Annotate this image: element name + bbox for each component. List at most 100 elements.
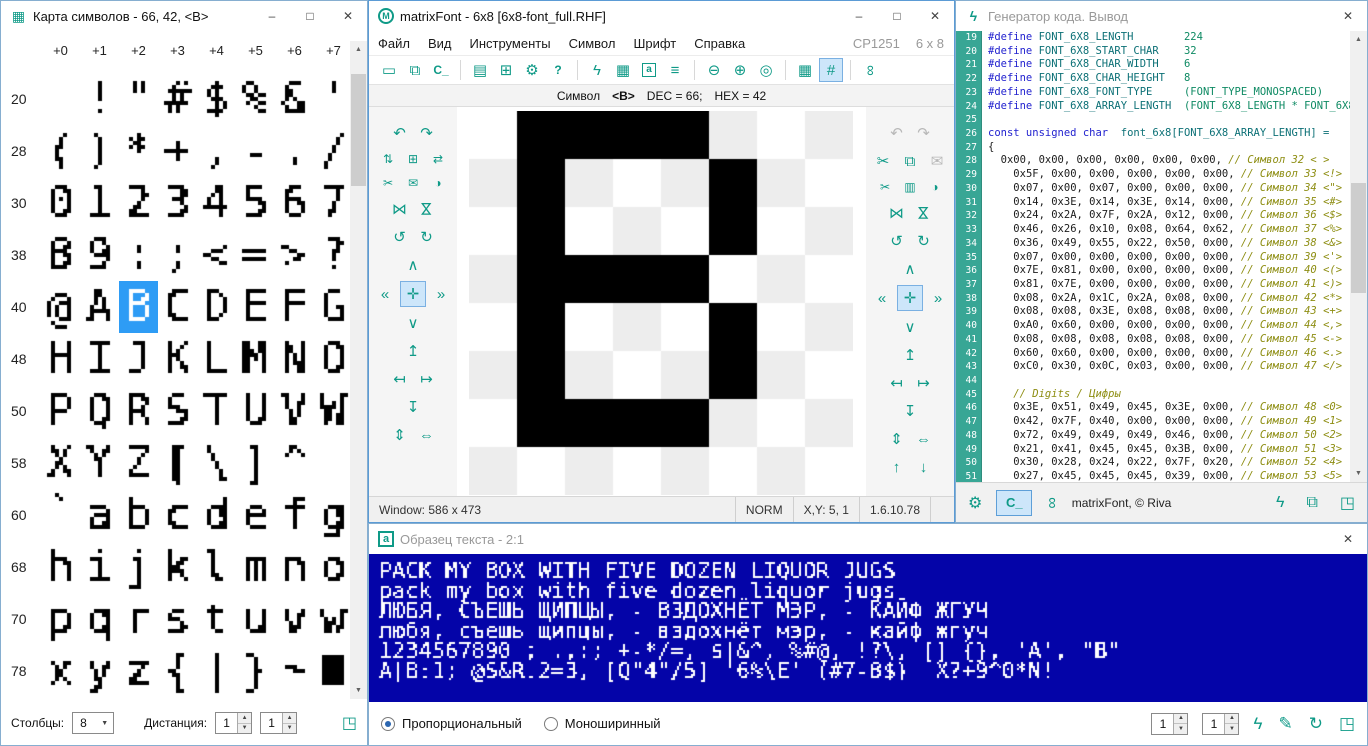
char-cell[interactable] <box>80 73 119 125</box>
charmap-window-icon[interactable]: ▦ <box>611 58 635 82</box>
char-cell[interactable] <box>41 541 80 593</box>
char-cell[interactable] <box>80 125 119 177</box>
char-cell[interactable] <box>275 437 314 489</box>
close-button[interactable]: ✕ <box>329 1 367 31</box>
close-button[interactable]: ✕ <box>916 1 954 31</box>
char-cell[interactable] <box>275 125 314 177</box>
invert-glyph-icon[interactable]: ◑ <box>427 173 449 193</box>
crop-icon[interactable]: ✂ <box>874 177 896 197</box>
charmap-scrollbar[interactable]: ▲ ▼ <box>350 41 367 699</box>
export-map-icon[interactable]: ◳ <box>342 713 357 733</box>
align-top-icon[interactable]: ↥ <box>898 343 922 367</box>
scrollbar-track[interactable] <box>350 58 367 682</box>
char-cell[interactable] <box>236 281 275 333</box>
output-window-icon[interactable]: ≡ <box>663 58 687 82</box>
char-cell[interactable] <box>236 125 275 177</box>
char-cell[interactable] <box>236 645 275 697</box>
char-cell[interactable] <box>197 125 236 177</box>
redo-icon[interactable]: ↷ <box>415 121 439 145</box>
char-cell[interactable] <box>236 385 275 437</box>
paperclip-icon[interactable]: ∞ <box>858 58 882 82</box>
rotate-cw-icon[interactable]: ↻ <box>912 229 936 253</box>
char-cell[interactable] <box>236 333 275 385</box>
move-tool-icon[interactable]: ✛ <box>897 285 923 311</box>
shift-down-icon[interactable]: ∨ <box>898 315 922 339</box>
char-cell[interactable] <box>119 593 158 645</box>
open-output-icon[interactable]: ◳ <box>1340 493 1355 513</box>
shift-right-icon[interactable]: » <box>926 286 950 310</box>
settings-icon[interactable]: ⚙ <box>520 58 544 82</box>
menu-help[interactable]: Справка <box>685 36 754 51</box>
char-cell[interactable] <box>119 541 158 593</box>
minimize-button[interactable]: – <box>253 1 291 31</box>
rotate-ccw-icon[interactable]: ↺ <box>885 229 909 253</box>
char-cell[interactable] <box>80 437 119 489</box>
char-cell[interactable] <box>314 333 353 385</box>
align-left-icon[interactable]: ↤ <box>388 367 412 391</box>
char-cell[interactable] <box>197 541 236 593</box>
char-cell[interactable] <box>197 177 236 229</box>
char-cell[interactable] <box>236 73 275 125</box>
char-cell[interactable] <box>197 489 236 541</box>
menu-view[interactable]: Вид <box>419 36 461 51</box>
char-cell[interactable] <box>41 73 80 125</box>
char-cell[interactable] <box>314 541 353 593</box>
shift-down-icon[interactable]: ∨ <box>401 311 425 335</box>
shift-right-icon[interactable]: » <box>429 282 453 306</box>
char-cell[interactable] <box>119 229 158 281</box>
close-button[interactable]: ✕ <box>1329 1 1367 31</box>
char-cell[interactable] <box>80 593 119 645</box>
paperclip-icon[interactable]: ∞ <box>1043 497 1061 508</box>
copy-icon[interactable]: ⧉ <box>898 149 922 173</box>
char-cell[interactable] <box>80 177 119 229</box>
align-bottom-icon[interactable]: ↧ <box>401 395 425 419</box>
open-font-icon[interactable]: ⧉ <box>403 58 427 82</box>
char-cell[interactable] <box>158 645 197 697</box>
char-cell[interactable] <box>158 229 197 281</box>
zoom-out-icon[interactable]: ⊖ <box>702 58 726 82</box>
char-cell[interactable] <box>197 73 236 125</box>
insert-column-icon[interactable]: ⇄ <box>427 149 449 169</box>
flip-horizontal-icon[interactable]: ⋈ <box>388 197 412 221</box>
monospace-radio[interactable]: Моноширинный <box>544 716 661 731</box>
char-cell[interactable] <box>80 645 119 697</box>
char-cell[interactable] <box>41 593 80 645</box>
char-cell[interactable] <box>41 177 80 229</box>
shift-left-icon[interactable]: « <box>373 282 397 306</box>
scrollbar-thumb[interactable] <box>1351 183 1366 293</box>
menu-tools[interactable]: Инструменты <box>461 36 560 51</box>
char-cell[interactable] <box>236 437 275 489</box>
shift-left-icon[interactable]: « <box>870 286 894 310</box>
copy-code-icon[interactable]: ⧉ <box>1306 494 1317 512</box>
stepper-up-icon[interactable]: ▲ <box>1174 714 1187 725</box>
char-cell[interactable] <box>314 177 353 229</box>
save-font-icon[interactable]: ▤ <box>468 58 492 82</box>
resize-canvas-icon[interactable]: ⊞ <box>402 149 424 169</box>
language-c-button[interactable]: C_ <box>996 490 1032 516</box>
generate-icon[interactable]: ϟ <box>1253 714 1262 734</box>
scroll-down-icon[interactable]: ▼ <box>1350 465 1367 482</box>
char-cell[interactable] <box>236 489 275 541</box>
char-cell[interactable] <box>158 437 197 489</box>
sample-scale-x-stepper[interactable]: 1 ▲ ▼ <box>1151 713 1188 735</box>
char-cell[interactable] <box>119 437 158 489</box>
scale-up-icon[interactable]: ↑ <box>885 455 909 479</box>
codegen-button[interactable]: C_ <box>429 58 453 82</box>
distance-x-stepper[interactable]: 1 ▲ ▼ <box>215 712 252 734</box>
char-cell[interactable] <box>119 73 158 125</box>
move-tool-icon[interactable]: ✛ <box>400 281 426 307</box>
char-cell[interactable] <box>197 281 236 333</box>
align-right-icon[interactable]: ↦ <box>415 367 439 391</box>
char-cell[interactable] <box>158 593 197 645</box>
sample-scale-y-stepper[interactable]: 1 ▲ ▼ <box>1202 713 1239 735</box>
undo-icon[interactable]: ↶ <box>388 121 412 145</box>
stepper-down-icon[interactable]: ▼ <box>1174 724 1187 734</box>
scrollbar-track[interactable] <box>1350 48 1367 465</box>
codegen-settings-icon[interactable]: ⚙ <box>968 493 982 513</box>
char-cell[interactable] <box>119 281 158 333</box>
char-cell[interactable] <box>197 333 236 385</box>
generate-code-icon[interactable]: ϟ <box>585 58 609 82</box>
maximize-button[interactable]: □ <box>878 1 916 31</box>
char-cell[interactable] <box>236 593 275 645</box>
flip-vertical-icon[interactable]: ⋈ <box>415 197 439 221</box>
